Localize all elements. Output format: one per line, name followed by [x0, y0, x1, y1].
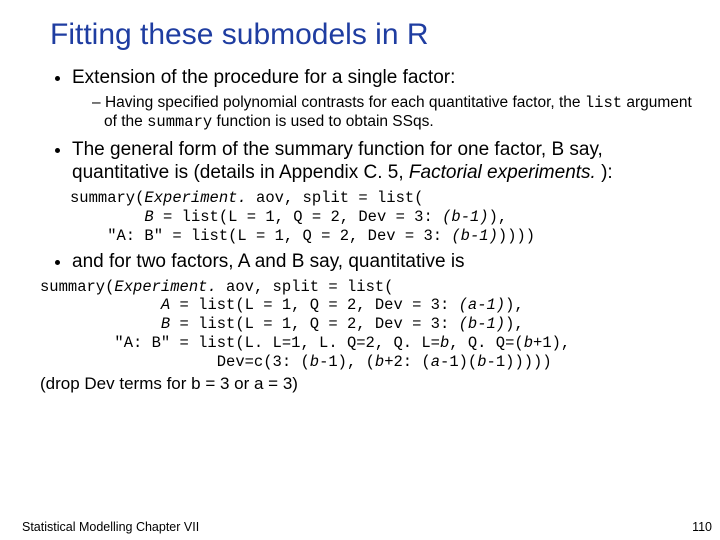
page-number: 110: [692, 520, 712, 534]
sub1-code1: list: [585, 94, 622, 112]
c2l4c: , Q. Q=(: [449, 334, 523, 352]
sub1-post: function is used to obtain SSqs.: [212, 113, 433, 130]
c2l5i: -1))))): [487, 353, 552, 371]
c2l5f: a: [431, 353, 440, 371]
bullet-item-2: The general form of the summary function…: [72, 138, 692, 186]
c2l1a: summary(: [40, 278, 114, 296]
c2l3b: B: [161, 315, 170, 333]
c2l5e: +2: (: [384, 353, 431, 371]
bullet-1-text: Extension of the procedure for a single …: [72, 67, 455, 88]
drop-note: (drop Dev terms for b = 3 or a = 3): [40, 374, 692, 394]
c2l2a: [40, 296, 161, 314]
code-block-2: summary(Experiment. aov, split = list( A…: [40, 278, 692, 373]
c2l5g: -1)(: [440, 353, 477, 371]
slide-title: Fitting these submodels in R: [50, 18, 692, 52]
c2l2c: = list(L = 1, Q = 2, Dev = 3:: [170, 296, 458, 314]
c2l5c: -1), (: [319, 353, 375, 371]
c2l3c: = list(L = 1, Q = 2, Dev = 3:: [170, 315, 458, 333]
c2l4b: b: [440, 334, 449, 352]
c1l3c: )))): [498, 227, 535, 245]
c2l5a: Dev=c(3: (: [40, 353, 310, 371]
bullet-item-1: Extension of the procedure for a single …: [72, 66, 692, 132]
b2-ital: Factorial experiments.: [409, 162, 596, 183]
c2l4d: b: [524, 334, 533, 352]
c2l3d: (b-1): [459, 315, 506, 333]
b3-text: and for two factors, A and B say, quanti…: [72, 251, 465, 272]
c2l5b: b: [310, 353, 319, 371]
bullet-item-3: and for two factors, A and B say, quanti…: [72, 250, 692, 274]
c2l2b: A: [161, 296, 170, 314]
sub-bullet-list: Having specified polynomial contrasts fo…: [72, 94, 692, 132]
code-block-1: summary(Experiment. aov, split = list( B…: [70, 189, 692, 246]
c2l3a: [40, 315, 161, 333]
c2l3e: ),: [505, 315, 524, 333]
c2l4a: "A: B" = list(L. L=1, L. Q=2, Q. L=: [40, 334, 440, 352]
c1l2c: = list(L = 1, Q = 2, Dev = 3:: [154, 208, 442, 226]
c1l3a: "A: B" = list(L = 1, Q = 2, Dev = 3:: [70, 227, 451, 245]
c1l2a: [70, 208, 144, 226]
footer-left: Statistical Modelling Chapter VII: [22, 520, 199, 534]
c1l1b: Experiment.: [144, 189, 246, 207]
sub-bullet-1: Having specified polynomial contrasts fo…: [92, 94, 692, 132]
c1l1c: aov, split = list(: [247, 189, 424, 207]
c2l2d: (a-1): [459, 296, 506, 314]
b2-post: ):: [596, 162, 613, 183]
bullet-list-2: and for two factors, A and B say, quanti…: [50, 250, 692, 274]
c2l1b: Experiment.: [114, 278, 216, 296]
c2l2e: ),: [505, 296, 524, 314]
c1l2d: (b-1): [442, 208, 489, 226]
c1l1a: summary(: [70, 189, 144, 207]
c2l1c: aov, split = list(: [217, 278, 394, 296]
c2l5h: b: [477, 353, 486, 371]
sub1-pre: Having specified polynomial contrasts fo…: [105, 94, 585, 111]
c1l2e: ),: [489, 208, 508, 226]
c1l2b: B: [144, 208, 153, 226]
c2l4e: +1),: [533, 334, 570, 352]
c2l5d: b: [375, 353, 384, 371]
footer: Statistical Modelling Chapter VII 110: [22, 520, 712, 534]
bullet-list: Extension of the procedure for a single …: [50, 66, 692, 185]
sub1-code2: summary: [147, 113, 212, 131]
c1l3b: (b-1): [451, 227, 498, 245]
